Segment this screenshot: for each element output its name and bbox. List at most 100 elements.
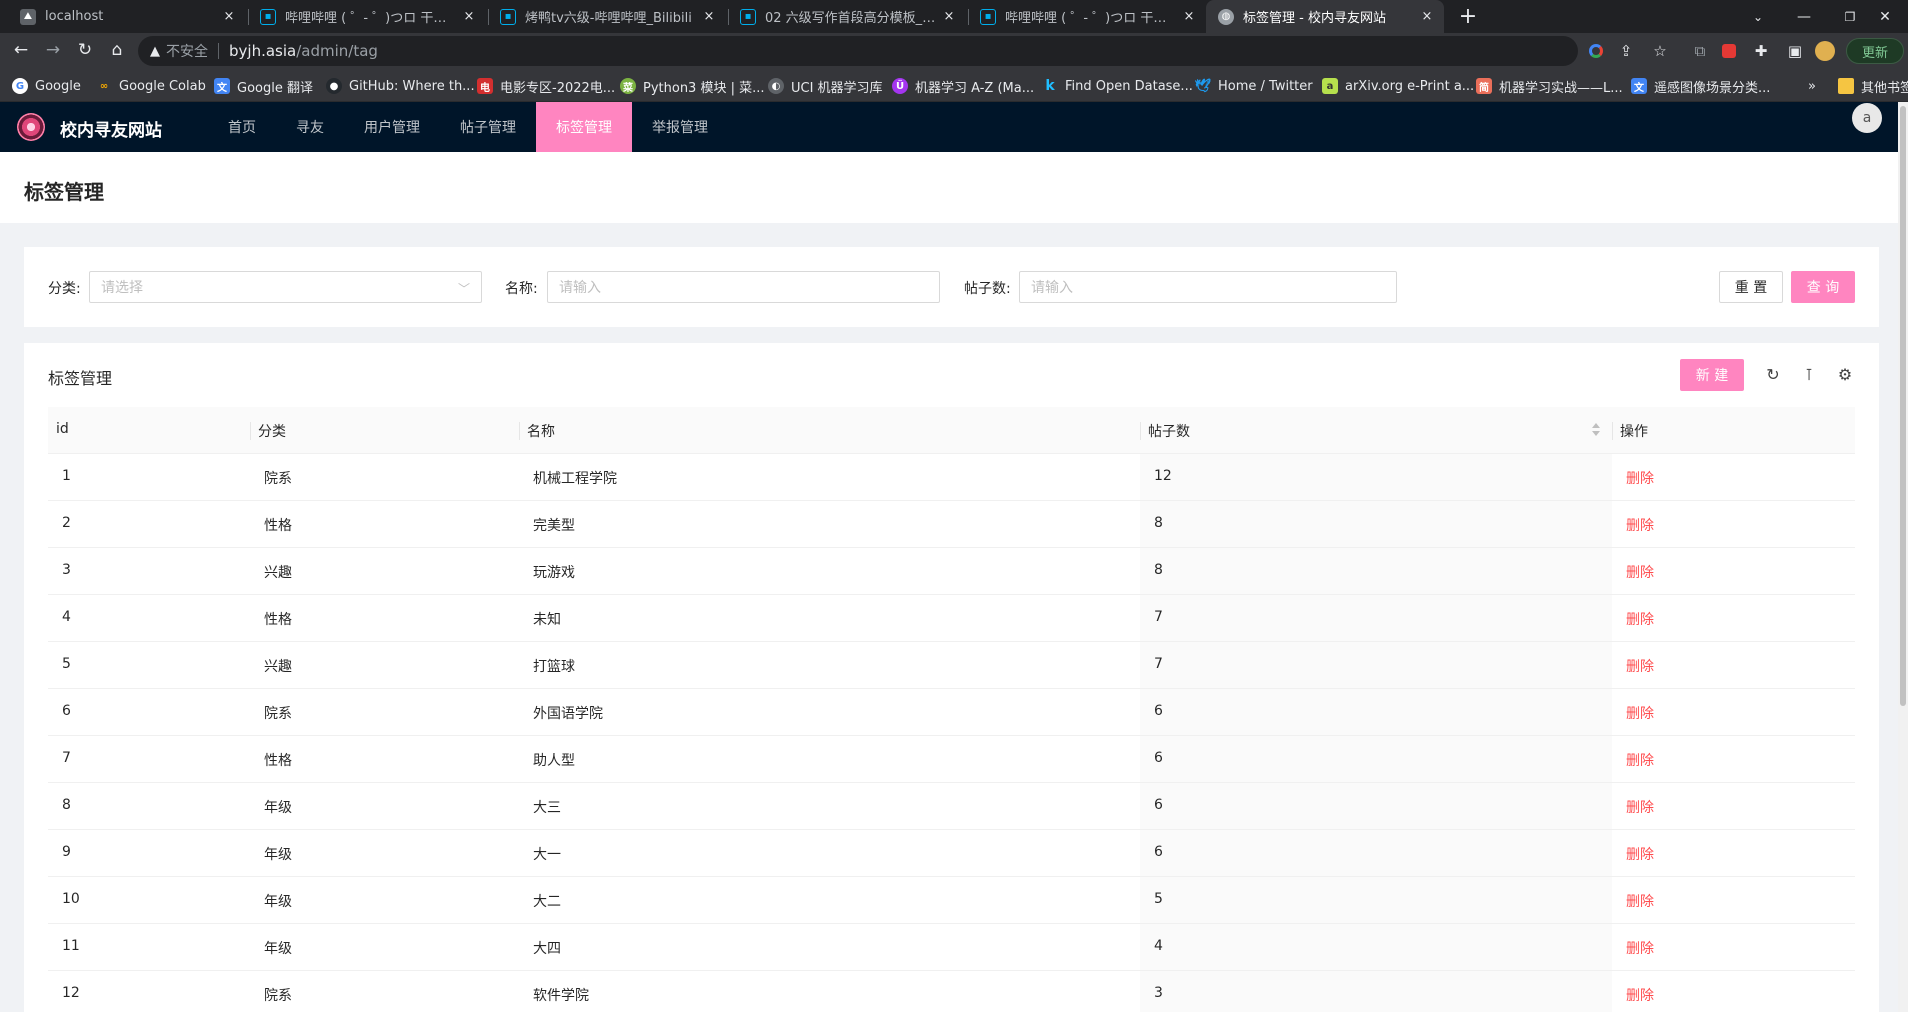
menu-item-friends[interactable]: 寻友	[280, 102, 340, 152]
window-close-icon[interactable]: ✕	[1862, 0, 1908, 33]
reset-button[interactable]: 重 置	[1719, 271, 1783, 303]
page-scrollbar[interactable]	[1898, 102, 1908, 1012]
close-icon[interactable]: ×	[942, 9, 956, 24]
browser-tab[interactable]: ▪ 02 六级写作首段高分模板_哔哩哔哩 ×	[728, 0, 966, 33]
browser-tab[interactable]: ⛰ localhost ×	[8, 0, 246, 33]
bookmark-item[interactable]: 文 Google 翻译	[214, 77, 313, 96]
column-height-icon[interactable]: ⊺	[1798, 363, 1820, 385]
delete-link[interactable]: 删除	[1626, 609, 1654, 629]
bookmark-item[interactable]: 菜 Python3 模块 | 菜...	[620, 77, 765, 96]
profile-avatar-icon[interactable]	[1814, 40, 1836, 62]
menu-item-tags[interactable]: 标签管理	[536, 102, 632, 152]
bookmark-item[interactable]: Ü 机器学习 A-Z (Ma...	[892, 77, 1034, 96]
cell-category: 院系	[264, 471, 292, 487]
cell-name: 外国语学院	[533, 706, 603, 722]
forward-icon[interactable]: →	[38, 35, 68, 65]
close-icon[interactable]: ×	[1182, 9, 1196, 24]
chevron-down-icon: ﹀	[457, 282, 470, 296]
close-icon[interactable]: ×	[1420, 9, 1434, 24]
name-input[interactable]: 请输入	[547, 271, 940, 303]
close-icon[interactable]: ×	[462, 9, 476, 24]
update-button[interactable]: 更新	[1846, 38, 1904, 64]
settings-gear-icon[interactable]: ⚙	[1834, 363, 1856, 385]
delete-link[interactable]: 删除	[1626, 468, 1654, 488]
table-row: 3 兴趣 玩游戏 8 删除	[48, 548, 1855, 595]
bookmark-item[interactable]: 文遥感图像场景分类...	[1631, 77, 1770, 96]
minimize-icon[interactable]: —	[1781, 0, 1827, 33]
delete-link[interactable]: 删除	[1626, 985, 1654, 1005]
delete-link[interactable]: 删除	[1626, 703, 1654, 723]
table-header: id 分类 名称 帖子数 操作	[48, 407, 1855, 454]
page-header: 标签管理	[0, 152, 1908, 223]
reload-icon[interactable]: ↻	[70, 35, 100, 65]
tab-search-icon[interactable]: ⌄	[1735, 0, 1781, 33]
posts-count-input[interactable]: 请输入	[1019, 271, 1397, 303]
browser-tab[interactable]: ▪ 哔哩哔哩 ( ゜- ゜)つロ 干杯~-bilibili ×	[248, 0, 486, 33]
bookmark-item[interactable]: k Find Open Datase...	[1042, 77, 1193, 95]
arxiv-icon: a	[1322, 78, 1338, 94]
doc-icon: 文	[1631, 78, 1647, 94]
delete-link[interactable]: 删除	[1626, 656, 1654, 676]
bookmarks-overflow-icon[interactable]: »	[1808, 77, 1816, 95]
cell-posts: 8	[1154, 562, 1163, 578]
bookmark-item[interactable]: ∞ Google Colab	[96, 77, 206, 95]
bookmark-item[interactable]: G Google	[12, 77, 81, 95]
bookmark-item[interactable]: 电电影专区-2022电...	[477, 77, 615, 96]
app-name: 校内寻友网站	[60, 121, 162, 141]
close-icon[interactable]: ×	[222, 9, 236, 24]
other-bookmarks[interactable]: 其他书签	[1838, 77, 1908, 96]
bookmark-item[interactable]: ◐ UCI 机器学习库	[768, 77, 883, 96]
name-label: 名称:	[505, 281, 538, 297]
copy-extension-icon[interactable]: ⧉	[1689, 40, 1711, 62]
tab-title: 烤鸭tv六级-哔哩哔哩_Bilibili	[525, 11, 692, 26]
close-icon[interactable]: ×	[702, 9, 716, 24]
extensions-puzzle-icon[interactable]: ✚	[1750, 40, 1772, 62]
google-lens-icon[interactable]	[1585, 40, 1607, 62]
scrollbar-thumb[interactable]	[1900, 106, 1906, 706]
menu-item-reports[interactable]: 举报管理	[640, 102, 720, 152]
cell-id: 6	[62, 703, 71, 719]
app-header: 校内寻友网站 首页 寻友 用户管理 帖子管理 标签管理 举报管理	[0, 102, 1908, 152]
sort-caret-icon[interactable]	[1591, 421, 1601, 439]
table-row: 8 年级 大三 6 删除	[48, 783, 1855, 830]
side-panel-icon[interactable]: ▣	[1784, 40, 1806, 62]
table-row: 5 兴趣 打篮球 7 删除	[48, 642, 1855, 689]
cell-category: 性格	[264, 612, 292, 628]
address-bar[interactable]: ▲ 不安全 byjh.asia/admin/tag	[138, 36, 1578, 66]
column-header-posts[interactable]: 帖子数	[1148, 421, 1190, 441]
reload-icon[interactable]: ↻	[1762, 363, 1784, 385]
bookmark-item[interactable]: ● GitHub: Where th...	[326, 77, 475, 95]
delete-link[interactable]: 删除	[1626, 515, 1654, 535]
cell-category: 年级	[264, 894, 292, 910]
column-header-id: id	[56, 421, 69, 437]
table-body: 1 院系 机械工程学院 12 删除 2 性格 完美型 8 删除 3 兴趣 玩游戏 8 删除 4 性格 未知 7 删除 5…	[48, 454, 1855, 1012]
back-icon[interactable]: ←	[6, 35, 36, 65]
cell-category: 兴趣	[264, 565, 292, 581]
category-select[interactable]: 请选择 ﹀	[89, 271, 482, 303]
menu-item-home[interactable]: 首页	[212, 102, 272, 152]
delete-link[interactable]: 删除	[1626, 797, 1654, 817]
bookmark-item[interactable]: 简机器学习实战——L...	[1476, 77, 1623, 96]
bilibili-icon: ▪	[980, 8, 996, 25]
browser-tab-active[interactable]: ◍ 标签管理 - 校内寻友网站 ×	[1206, 0, 1444, 33]
share-icon[interactable]: ⇪	[1615, 40, 1637, 62]
extension-red-icon[interactable]	[1718, 40, 1740, 62]
home-icon[interactable]: ⌂	[102, 35, 132, 65]
delete-link[interactable]: 删除	[1626, 844, 1654, 864]
bookmark-star-icon[interactable]: ☆	[1649, 40, 1671, 62]
browser-tab[interactable]: ▪ 哔哩哔哩 ( ゜- ゜)つロ 干杯~-bilibili ×	[968, 0, 1206, 33]
new-tag-button[interactable]: 新 建	[1680, 359, 1744, 391]
menu-item-users[interactable]: 用户管理	[352, 102, 432, 152]
avatar[interactable]: a	[1852, 103, 1882, 133]
delete-link[interactable]: 删除	[1626, 562, 1654, 582]
delete-link[interactable]: 删除	[1626, 750, 1654, 770]
browser-tab[interactable]: ▪ 烤鸭tv六级-哔哩哔哩_Bilibili ×	[488, 0, 726, 33]
cell-posts: 4	[1154, 938, 1163, 954]
new-tab-button[interactable]: +	[1454, 0, 1482, 33]
bookmark-item[interactable]: 🕊 Home / Twitter	[1195, 77, 1313, 95]
query-button[interactable]: 查 询	[1791, 271, 1855, 303]
delete-link[interactable]: 删除	[1626, 891, 1654, 911]
delete-link[interactable]: 删除	[1626, 938, 1654, 958]
bookmark-item[interactable]: a arXiv.org e-Print a...	[1322, 77, 1474, 95]
menu-item-posts[interactable]: 帖子管理	[448, 102, 528, 152]
